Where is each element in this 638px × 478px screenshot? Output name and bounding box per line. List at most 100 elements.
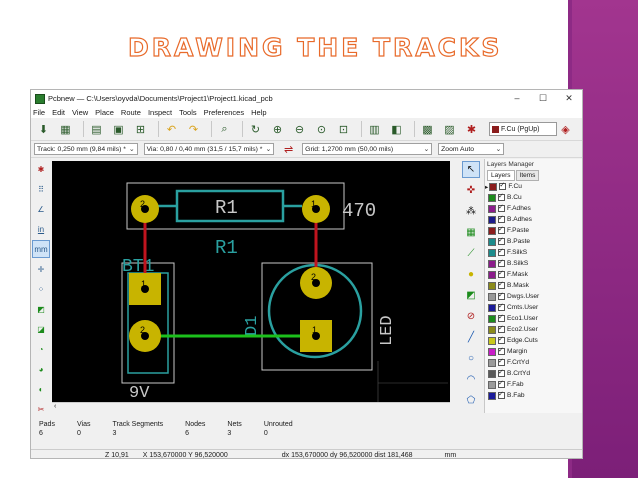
via-size-select[interactable]: Via: 0,80 / 0,40 mm (31,5 / 15,7 mils) *… (143, 143, 275, 155)
layer-color-swatch[interactable] (488, 347, 496, 356)
units-mm-button[interactable]: mm (32, 240, 50, 258)
add-keepout-icon[interactable]: ⊘ (462, 308, 480, 325)
board-setup-icon[interactable]: ⬇ (35, 121, 52, 138)
zoom-fit-icon[interactable]: ⊙ (313, 121, 330, 138)
page-settings-icon[interactable]: ▤ (88, 121, 105, 138)
layer-color-swatch[interactable] (488, 314, 496, 323)
draw-circle-icon[interactable]: ○ (462, 350, 480, 367)
menu-tools[interactable]: Tools (179, 108, 197, 117)
layer-row[interactable]: B.CrtYd (485, 368, 582, 379)
maximize-button[interactable]: ☐ (530, 93, 556, 104)
via-sketch-icon[interactable]: ◕ (32, 360, 50, 378)
layer-color-swatch[interactable] (488, 369, 496, 378)
menu-view[interactable]: View (72, 108, 88, 117)
layer-color-swatch[interactable] (489, 182, 498, 191)
layer-visibility-checkbox[interactable] (499, 181, 507, 190)
plot-icon[interactable]: ⊞ (132, 121, 149, 138)
layer-visibility-checkbox[interactable] (498, 346, 505, 355)
layer-row[interactable]: B.Paste (485, 236, 582, 247)
zoom-out-icon[interactable]: ⊖ (291, 121, 308, 138)
layer-visibility-checkbox[interactable] (498, 390, 505, 399)
layer-visibility-checkbox[interactable] (498, 324, 505, 333)
menu-place[interactable]: Place (95, 108, 114, 117)
layer-color-swatch[interactable] (488, 292, 496, 301)
menu-edit[interactable]: Edit (52, 108, 65, 117)
layer-color-swatch[interactable] (488, 336, 496, 345)
layer-visibility-checkbox[interactable] (498, 368, 505, 377)
layer-row[interactable]: F.CrtYd (485, 357, 582, 368)
menu-inspect[interactable]: Inspect (148, 108, 172, 117)
layer-row[interactable]: Margin (485, 346, 582, 357)
minimize-button[interactable]: – (504, 93, 530, 104)
draw-polygon-icon[interactable]: ⬠ (462, 392, 480, 409)
menu-route[interactable]: Route (121, 108, 141, 117)
layer-color-swatch[interactable] (488, 391, 496, 400)
layer-row[interactable]: Edge.Cuts (485, 335, 582, 346)
layer-row[interactable]: F.Fab (485, 379, 582, 390)
layer-row[interactable]: Cmts.User (485, 302, 582, 313)
layer-pair-icon[interactable]: ◈ (557, 121, 574, 138)
layer-visibility-checkbox[interactable] (498, 335, 505, 344)
zone-fill-icon[interactable]: ◩ (32, 300, 50, 318)
zoom-in-icon[interactable]: ⊕ (269, 121, 286, 138)
layer-row[interactable]: F.Adhes (485, 203, 582, 214)
draw-arc-icon[interactable]: ◠ (462, 371, 480, 388)
layer-row[interactable]: F.Mask (485, 269, 582, 280)
route-track-icon[interactable]: ⟋ (462, 245, 480, 262)
layer-row[interactable]: F.SilkS (485, 247, 582, 258)
pcb-canvas[interactable]: R1 R1 470 BT1 9V D1 LED 2 1 1 2 2 1 (52, 161, 450, 402)
drc-off-icon[interactable]: ✱ (32, 160, 50, 178)
layer-visibility-checkbox[interactable] (498, 302, 505, 311)
layer-row[interactable]: Eco1.User (485, 313, 582, 324)
find-icon[interactable]: ⌕ (216, 121, 233, 138)
units-inches-button[interactable]: in (32, 220, 50, 238)
open-board-icon[interactable]: ▦ (57, 121, 74, 138)
auto-track-width-icon[interactable]: ⇌ (280, 141, 297, 158)
layer-row[interactable]: Dwgs.User (485, 291, 582, 302)
ratsnest-icon[interactable]: ⁘ (32, 280, 50, 298)
cursor-shape-icon[interactable]: ✛ (32, 260, 50, 278)
tab-items[interactable]: Items (515, 170, 540, 181)
grid-select[interactable]: Grid: 1,2700 mm (50,00 mils) ⌄ (302, 143, 433, 155)
layer-color-swatch[interactable] (488, 193, 496, 202)
add-footprint-icon[interactable]: ▦ (462, 224, 480, 241)
track-sketch-icon[interactable]: ◐ (32, 380, 50, 398)
layer-visibility-checkbox[interactable] (498, 280, 505, 289)
layer-visibility-checkbox[interactable] (498, 203, 505, 212)
draw-line-icon[interactable]: ╱ (462, 329, 480, 346)
layer-row[interactable]: B.Cu (485, 192, 582, 203)
close-button[interactable]: ✕ (556, 93, 582, 104)
add-zone-icon[interactable]: ◩ (462, 287, 480, 304)
layer-row[interactable]: B.Fab (485, 390, 582, 401)
layer-visibility-checkbox[interactable] (498, 192, 505, 201)
layer-visibility-checkbox[interactable] (498, 269, 505, 278)
layer-color-swatch[interactable] (488, 325, 496, 334)
add-via-icon[interactable]: ● (462, 266, 480, 283)
layer-color-swatch[interactable] (488, 281, 496, 290)
menu-help[interactable]: Help (251, 108, 266, 117)
menu-preferences[interactable]: Preferences (204, 108, 244, 117)
layer-visibility-checkbox[interactable] (498, 258, 505, 267)
menu-file[interactable]: File (33, 108, 45, 117)
pad-sketch-icon[interactable]: ◔ (32, 340, 50, 358)
active-layer-select[interactable]: F.Cu (PgUp) (489, 122, 557, 136)
redo-icon[interactable]: ↷ (185, 121, 202, 138)
layer-color-swatch[interactable] (488, 248, 496, 257)
update-pcb-icon[interactable]: ▨ (441, 121, 458, 138)
horizontal-scrollbar[interactable]: ‹ (52, 402, 450, 412)
layer-visibility-checkbox[interactable] (498, 379, 505, 388)
layer-row[interactable]: B.Adhes (485, 214, 582, 225)
layer-row[interactable]: Eco2.User (485, 324, 582, 335)
zone-outline-icon[interactable]: ◪ (32, 320, 50, 338)
layer-visibility-checkbox[interactable] (498, 214, 505, 223)
select-arrow-icon[interactable]: ↖ (462, 161, 480, 178)
netlist-icon[interactable]: ▩ (419, 121, 436, 138)
undo-icon[interactable]: ↶ (163, 121, 180, 138)
layer-color-swatch[interactable] (488, 259, 496, 268)
layer-color-swatch[interactable] (488, 215, 496, 224)
print-icon[interactable]: ▣ (110, 121, 127, 138)
zoom-selection-icon[interactable]: ⊡ (335, 121, 352, 138)
polar-coords-icon[interactable]: ∠ (32, 200, 50, 218)
layer-color-swatch[interactable] (488, 204, 496, 213)
layer-color-swatch[interactable] (488, 380, 496, 389)
